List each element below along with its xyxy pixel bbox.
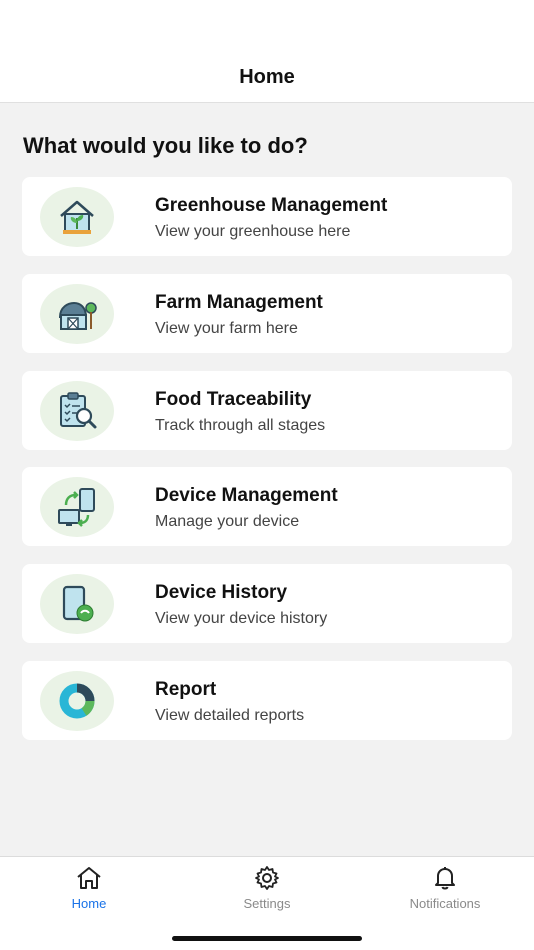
tab-notifications[interactable]: Notifications: [356, 857, 534, 917]
device-history-card[interactable]: Device History View your device history: [22, 564, 512, 643]
gear-icon: [255, 866, 279, 890]
card-title: Device Management: [155, 485, 338, 506]
card-subtitle: View your greenhouse here: [155, 223, 351, 240]
tab-label: Settings: [243, 896, 291, 911]
greenhouse-icon: [40, 187, 114, 247]
card-title: Food Traceability: [155, 389, 312, 410]
tab-label: Notifications: [409, 896, 481, 911]
card-subtitle: Manage your device: [155, 513, 300, 530]
tab-settings[interactable]: Settings: [178, 857, 356, 917]
tab-home[interactable]: Home: [0, 857, 178, 917]
tablet-history-icon: [40, 574, 114, 634]
card-title: Report: [155, 679, 217, 700]
card-title: Farm Management: [155, 292, 323, 313]
section-heading: What would you like to do?: [23, 133, 308, 158]
tab-label: Home: [71, 896, 107, 911]
card-subtitle: View detailed reports: [155, 707, 305, 724]
device-management-card[interactable]: Device Management Manage your device: [22, 467, 512, 546]
barn-icon: [40, 284, 114, 344]
donut-chart-icon: [40, 671, 114, 731]
card-subtitle: View your device history: [155, 610, 328, 627]
card-title: Device History: [155, 582, 288, 603]
top-header: Home: [0, 0, 534, 103]
card-title: Greenhouse Management: [155, 195, 388, 216]
report-card[interactable]: Report View detailed reports: [22, 661, 512, 740]
device-sync-icon: [40, 477, 114, 537]
home-indicator[interactable]: [172, 936, 362, 941]
food-traceability-card[interactable]: Food Traceability Track through all stag…: [22, 371, 512, 450]
page-title: Home: [239, 66, 295, 88]
home-icon: [77, 867, 101, 889]
card-subtitle: Track through all stages: [155, 417, 326, 434]
clipboard-search-icon: [40, 381, 114, 441]
greenhouse-management-card[interactable]: Greenhouse Management View your greenhou…: [22, 177, 512, 256]
bell-icon: [435, 867, 455, 890]
farm-management-card[interactable]: Farm Management View your farm here: [22, 274, 512, 353]
card-subtitle: View your farm here: [155, 320, 298, 337]
